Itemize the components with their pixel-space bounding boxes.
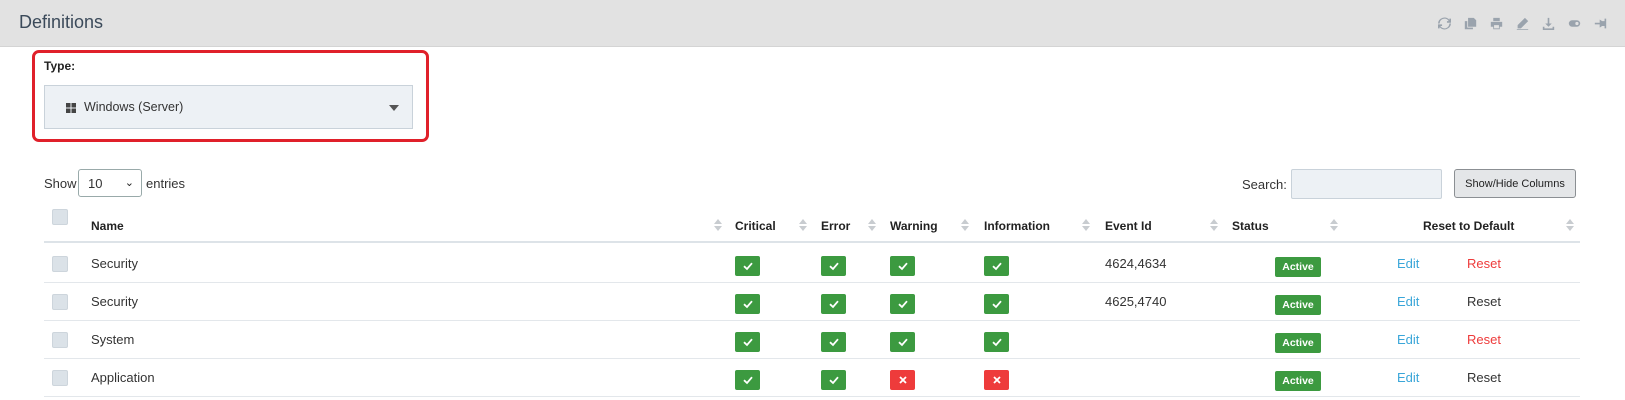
search-input[interactable] bbox=[1291, 169, 1442, 199]
information-enabled-toggle[interactable] bbox=[984, 294, 1009, 314]
sort-icon[interactable] bbox=[799, 219, 807, 233]
check-icon bbox=[742, 337, 753, 347]
check-icon bbox=[742, 261, 753, 271]
type-dropdown[interactable]: Windows (Server) bbox=[44, 85, 413, 129]
sort-icon[interactable] bbox=[1330, 219, 1338, 233]
edit-link[interactable]: Edit bbox=[1397, 256, 1419, 271]
row-name: Security bbox=[91, 256, 138, 271]
warning-enabled-toggle[interactable] bbox=[890, 294, 915, 314]
show-hide-columns-button[interactable]: Show/Hide Columns bbox=[1454, 169, 1576, 198]
status-badge: Active bbox=[1275, 257, 1321, 277]
row-event-id: 4625,4740 bbox=[1105, 294, 1167, 309]
row-checkbox[interactable] bbox=[52, 332, 68, 348]
warning-enabled-toggle[interactable] bbox=[890, 332, 915, 352]
refresh-icon[interactable] bbox=[1431, 14, 1457, 32]
check-icon bbox=[828, 261, 839, 271]
error-enabled-toggle[interactable] bbox=[821, 256, 846, 276]
check-icon bbox=[828, 375, 839, 385]
sort-icon[interactable] bbox=[961, 219, 969, 233]
sort-icon[interactable] bbox=[714, 219, 722, 233]
critical-enabled-toggle[interactable] bbox=[735, 332, 760, 352]
sort-icon[interactable] bbox=[868, 219, 876, 233]
table-header-row: Name Critical Error Warning Information … bbox=[44, 209, 1580, 243]
status-badge: Active bbox=[1275, 371, 1321, 391]
toolbar bbox=[1431, 14, 1613, 32]
edit-icon[interactable] bbox=[1509, 14, 1535, 32]
panel-header: Definitions bbox=[0, 0, 1625, 47]
error-enabled-toggle[interactable] bbox=[821, 332, 846, 352]
type-label: Type: bbox=[44, 59, 76, 73]
sort-icon[interactable] bbox=[1082, 219, 1090, 233]
table-row: Security 4624,4634 Active Edit Reset bbox=[44, 245, 1580, 283]
check-icon bbox=[828, 337, 839, 347]
toggle-icon[interactable] bbox=[1561, 14, 1587, 32]
row-name: System bbox=[91, 332, 135, 347]
table-row: Application Active Edit Reset bbox=[44, 359, 1580, 397]
caret-down-icon bbox=[389, 105, 399, 111]
check-icon bbox=[991, 261, 1002, 271]
edit-link[interactable]: Edit bbox=[1397, 370, 1419, 385]
information-disabled-toggle[interactable] bbox=[984, 370, 1009, 390]
critical-enabled-toggle[interactable] bbox=[735, 370, 760, 390]
row-checkbox[interactable] bbox=[52, 370, 68, 386]
column-header-information[interactable]: Information bbox=[984, 219, 1050, 233]
close-icon bbox=[992, 375, 1002, 385]
column-header-warning[interactable]: Warning bbox=[890, 219, 938, 233]
windows-icon bbox=[66, 103, 76, 113]
show-label: Show bbox=[44, 176, 77, 191]
row-checkbox[interactable] bbox=[52, 256, 68, 272]
table-row: Security 4625,4740 Active Edit Reset bbox=[44, 283, 1580, 321]
check-icon bbox=[897, 261, 908, 271]
print-icon[interactable] bbox=[1483, 14, 1509, 32]
entries-label: entries bbox=[146, 176, 186, 191]
page-title: Definitions bbox=[19, 12, 104, 32]
download-icon[interactable] bbox=[1535, 14, 1561, 32]
column-header-error[interactable]: Error bbox=[821, 219, 850, 233]
check-icon bbox=[991, 337, 1002, 347]
status-badge: Active bbox=[1275, 295, 1321, 315]
table-row: System Active Edit Reset bbox=[44, 321, 1580, 359]
sort-icon[interactable] bbox=[1566, 219, 1574, 233]
type-dropdown-value: Windows (Server) bbox=[84, 100, 184, 114]
entries-per-page-value: 10 bbox=[88, 176, 103, 191]
check-icon bbox=[742, 375, 753, 385]
reset-link[interactable]: Reset bbox=[1467, 256, 1501, 271]
edit-link[interactable]: Edit bbox=[1397, 332, 1419, 347]
check-icon bbox=[991, 299, 1002, 309]
row-name: Application bbox=[91, 370, 155, 385]
critical-enabled-toggle[interactable] bbox=[735, 294, 760, 314]
warning-disabled-toggle[interactable] bbox=[890, 370, 915, 390]
check-icon bbox=[828, 299, 839, 309]
column-header-event-id[interactable]: Event Id bbox=[1105, 219, 1152, 233]
status-badge: Active bbox=[1275, 333, 1321, 353]
reset-link[interactable]: Reset bbox=[1467, 370, 1501, 385]
check-icon bbox=[897, 337, 908, 347]
row-checkbox[interactable] bbox=[52, 294, 68, 310]
select-all-checkbox[interactable] bbox=[52, 209, 68, 225]
entries-per-page-select[interactable]: 10 ⌄ bbox=[78, 169, 142, 197]
error-enabled-toggle[interactable] bbox=[821, 370, 846, 390]
row-name: Security bbox=[91, 294, 138, 309]
pin-icon[interactable] bbox=[1587, 14, 1613, 32]
close-icon bbox=[898, 375, 908, 385]
sort-icon[interactable] bbox=[1210, 219, 1218, 233]
row-event-id: 4624,4634 bbox=[1105, 256, 1167, 271]
copy-icon[interactable] bbox=[1457, 14, 1483, 32]
edit-link[interactable]: Edit bbox=[1397, 294, 1419, 309]
column-header-critical[interactable]: Critical bbox=[735, 219, 776, 233]
check-icon bbox=[742, 299, 753, 309]
reset-link[interactable]: Reset bbox=[1467, 332, 1501, 347]
column-header-reset[interactable]: Reset to Default bbox=[1423, 219, 1514, 233]
information-enabled-toggle[interactable] bbox=[984, 256, 1009, 276]
information-enabled-toggle[interactable] bbox=[984, 332, 1009, 352]
warning-enabled-toggle[interactable] bbox=[890, 256, 915, 276]
check-icon bbox=[897, 299, 908, 309]
critical-enabled-toggle[interactable] bbox=[735, 256, 760, 276]
search-label: Search: bbox=[1242, 177, 1287, 192]
column-header-status[interactable]: Status bbox=[1232, 219, 1269, 233]
error-enabled-toggle[interactable] bbox=[821, 294, 846, 314]
reset-link[interactable]: Reset bbox=[1467, 294, 1501, 309]
column-header-name[interactable]: Name bbox=[91, 219, 124, 233]
chevron-down-icon: ⌄ bbox=[124, 177, 134, 189]
